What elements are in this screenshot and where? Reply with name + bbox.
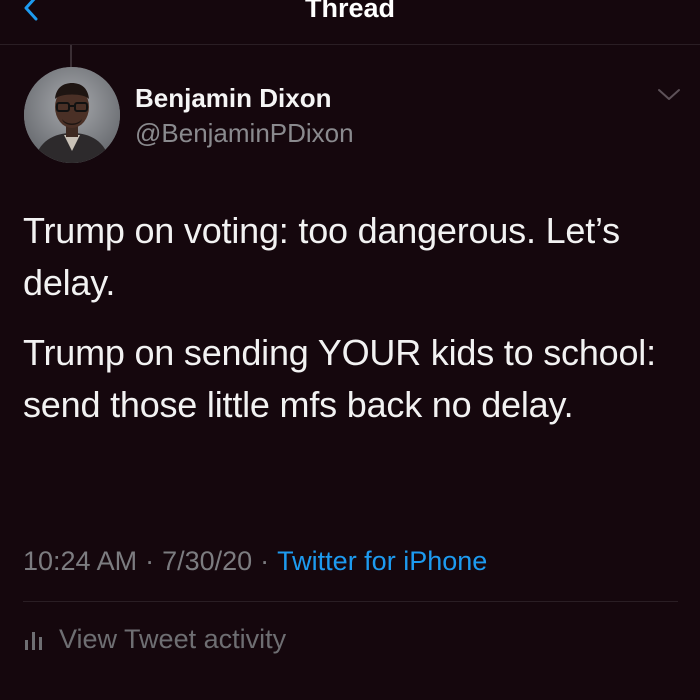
tweet-metadata: 10:24 AM · 7/30/20 · Twitter for iPhone <box>23 545 487 577</box>
tweet-paragraph: Trump on voting: too dangerous. Let’s de… <box>23 210 620 303</box>
view-tweet-activity-label: View Tweet activity <box>59 624 287 654</box>
view-tweet-activity-button[interactable]: View Tweet activity <box>23 623 286 655</box>
page-title: Thread <box>304 0 396 23</box>
chevron-down-icon[interactable] <box>656 86 682 104</box>
bar-chart-icon <box>25 632 42 650</box>
avatar-image <box>24 67 120 163</box>
tweet-paragraph: Trump on sending YOUR kids to school: se… <box>23 332 656 425</box>
separator: · <box>260 546 270 576</box>
divider <box>23 601 678 602</box>
author-handle[interactable]: @BenjaminPDixon <box>135 117 354 149</box>
tweet-date: 7/30/20 <box>162 546 253 576</box>
thread-connector-line <box>70 45 72 67</box>
avatar[interactable] <box>24 67 120 163</box>
tweet-source-link[interactable]: Twitter for iPhone <box>277 546 487 576</box>
separator: · <box>145 546 155 576</box>
tweet-text: Trump on voting: too dangerous. Let’s de… <box>23 205 683 449</box>
author-display-name[interactable]: Benjamin Dixon <box>135 82 331 114</box>
tweet-time: 10:24 AM <box>23 546 138 576</box>
top-bar: Thread <box>0 0 700 45</box>
